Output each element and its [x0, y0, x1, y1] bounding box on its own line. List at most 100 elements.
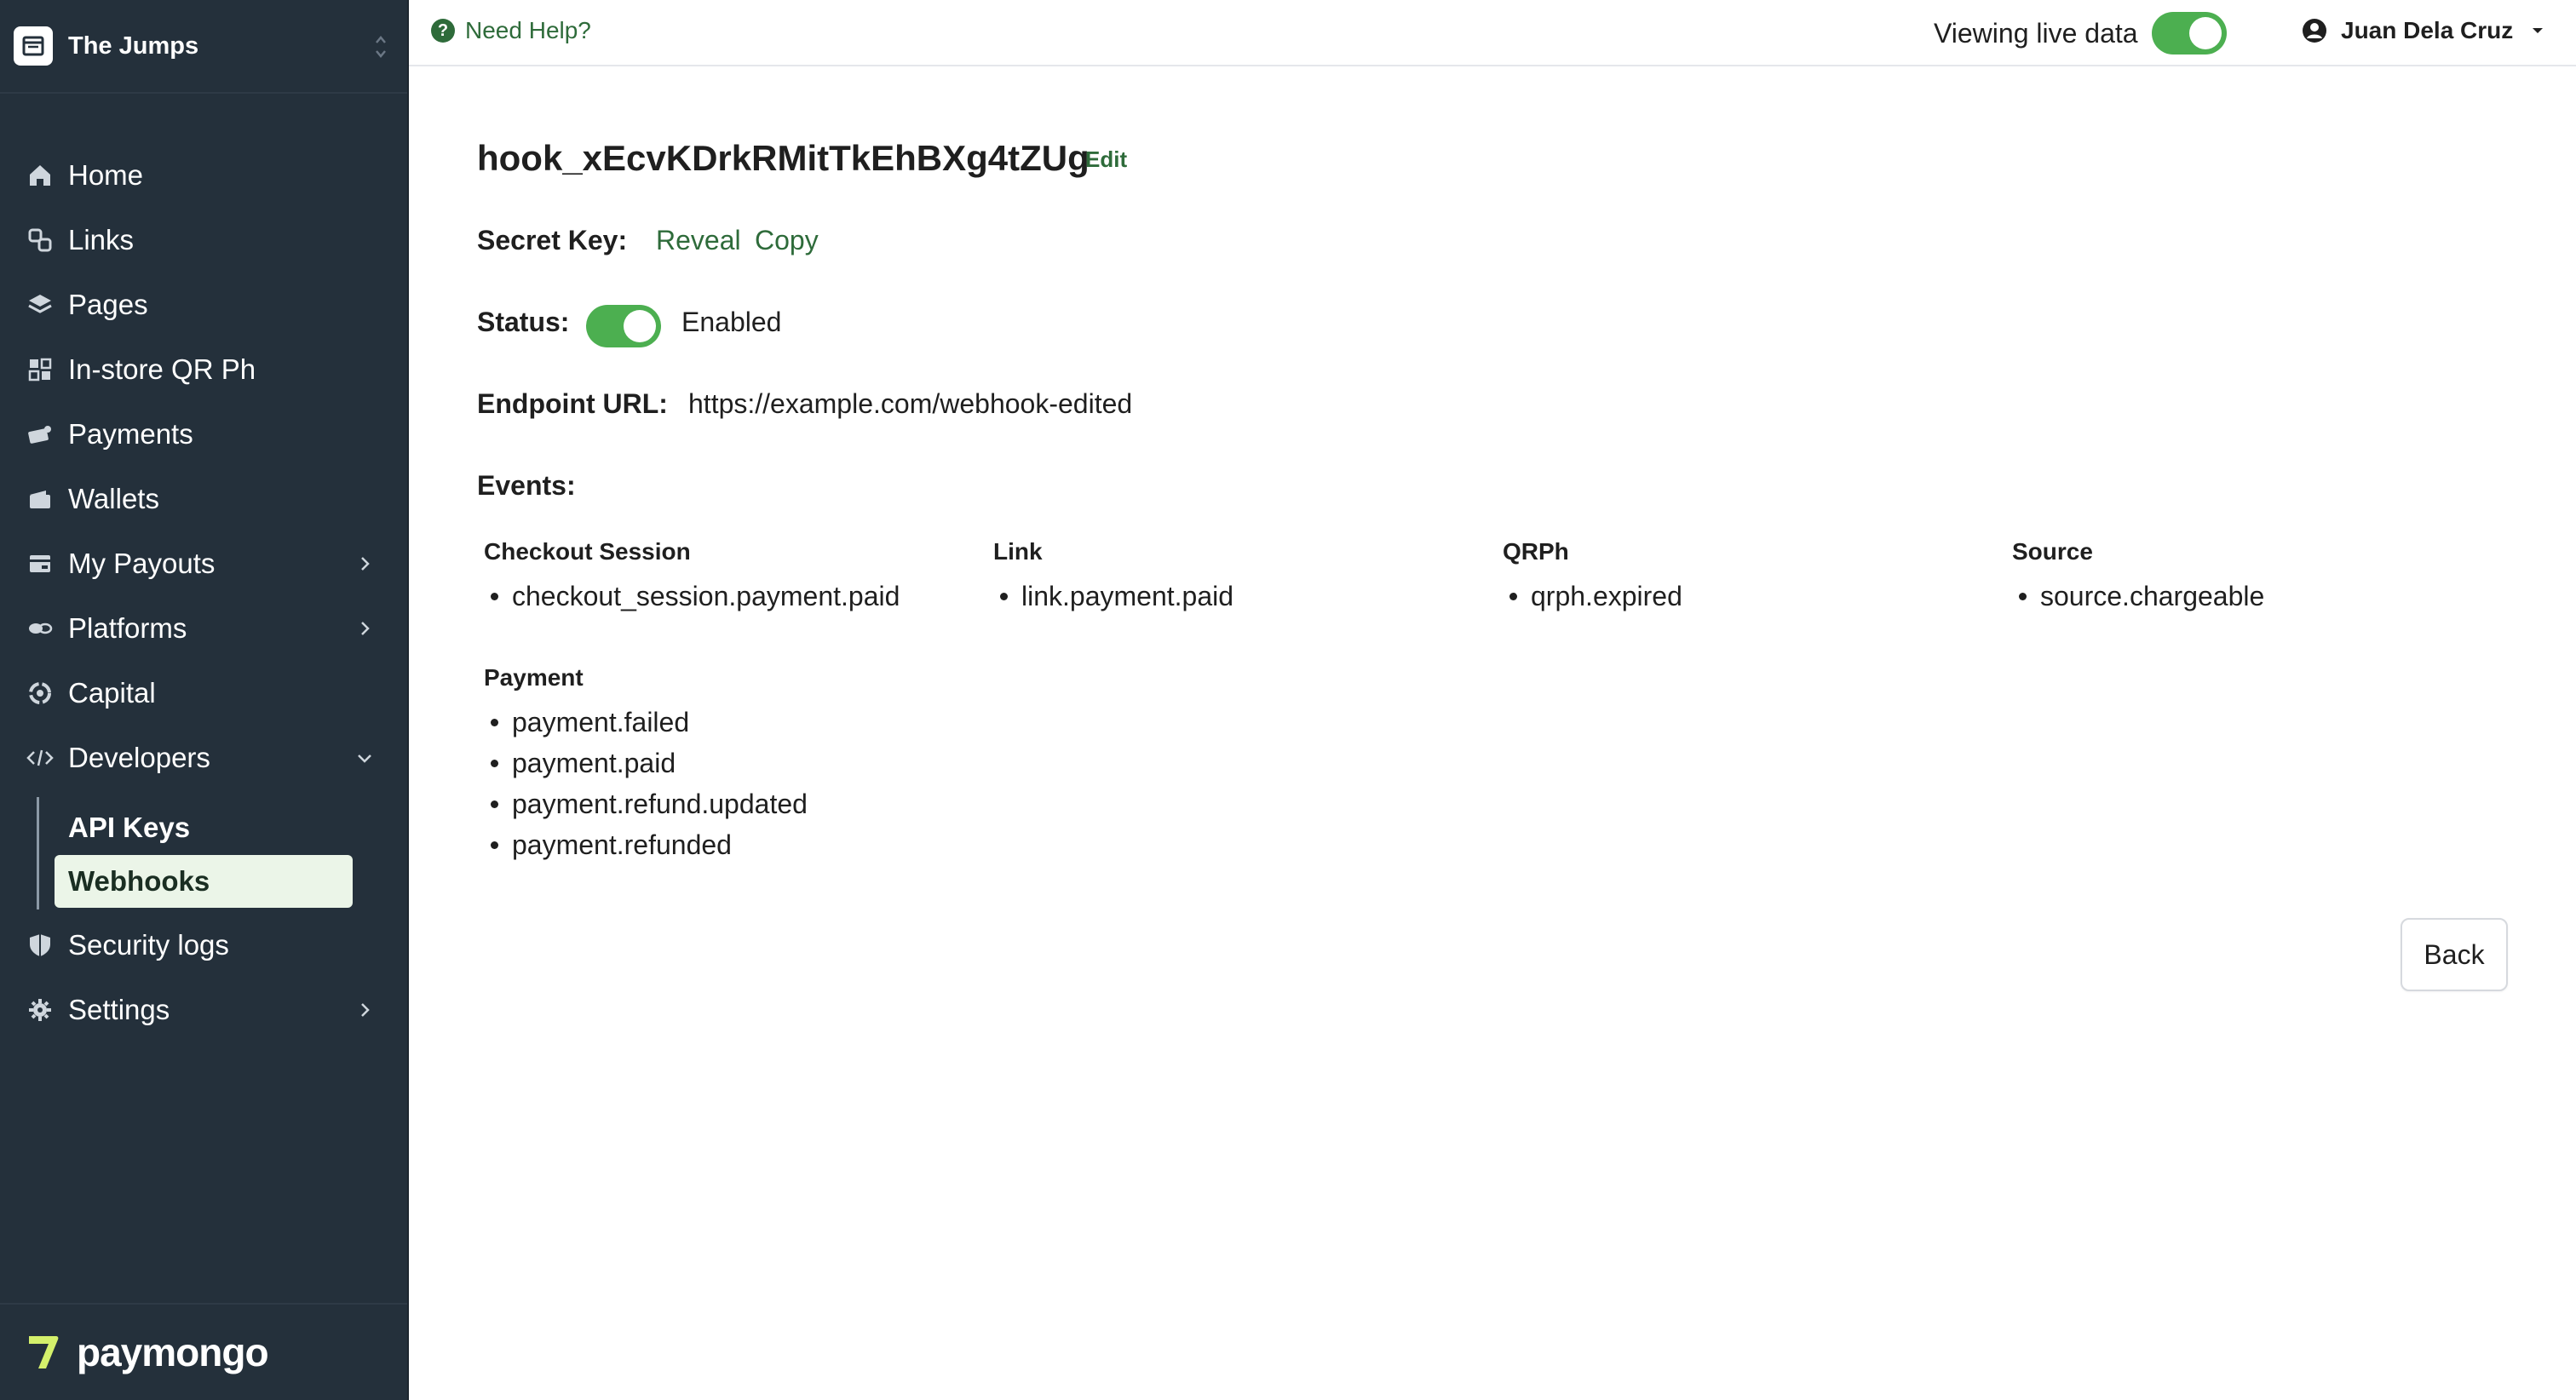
payouts-icon	[26, 549, 55, 578]
event-list: qrph.expired	[1503, 576, 1682, 617]
sidebar-item-my-payouts[interactable]: My Payouts	[0, 538, 407, 589]
secret-key-label: Secret Key:	[477, 225, 628, 255]
event-group-link: Link link.payment.paid	[993, 538, 1233, 617]
live-data-label: Viewing live data	[1934, 17, 2138, 49]
need-help-link[interactable]: ? Need Help?	[431, 17, 591, 44]
event-group-qrph: QRPh qrph.expired	[1503, 538, 1682, 617]
submenu-guide-line	[37, 797, 39, 909]
user-name: Juan Dela Cruz	[2341, 17, 2514, 43]
payments-icon	[26, 420, 55, 449]
sidebar-item-home[interactable]: Home	[0, 150, 407, 201]
back-button[interactable]: Back	[2401, 918, 2508, 991]
event-group-payment: Payment payment.failed payment.paid paym…	[484, 664, 808, 865]
sidebar-item-label: API Keys	[68, 812, 191, 843]
webhook-id-title: hook_xEcvKDrkRMitTkEhBXg4tZUg	[477, 138, 1090, 178]
top-bar: ? Need Help? Viewing live data Juan Dela…	[409, 0, 2576, 66]
live-data-toggle-group: Viewing live data	[1934, 12, 2227, 55]
edit-webhook-link[interactable]: Edit	[1085, 146, 1127, 173]
layers-icon	[26, 290, 55, 319]
sidebar-item-label: Settings	[68, 994, 170, 1025]
event-group-title: QRPh	[1503, 538, 1569, 565]
link-icon	[26, 226, 55, 255]
gear-icon	[26, 995, 55, 1024]
sidebar-item-label: Wallets	[68, 483, 159, 514]
toggle-knob	[624, 310, 656, 342]
chevron-right-icon	[361, 557, 370, 571]
help-icon: ?	[431, 19, 455, 43]
caret-down-icon	[2533, 28, 2544, 33]
live-data-toggle[interactable]	[2151, 12, 2227, 55]
endpoint-url-value: https://example.com/webhook-edited	[688, 388, 1133, 419]
home-icon	[26, 161, 55, 190]
event-item: payment.refund.updated	[484, 783, 808, 824]
sidebar-item-platforms[interactable]: Platforms	[0, 603, 407, 654]
sidebar-item-in-store-qr[interactable]: In-store QR Ph	[0, 344, 407, 395]
sidebar-item-label: Capital	[68, 677, 156, 709]
event-group-title: Link	[993, 538, 1043, 565]
user-menu[interactable]: Juan Dela Cruz	[2302, 17, 2544, 44]
org-switcher[interactable]: The Jumps	[0, 0, 407, 94]
sidebar-item-label: Platforms	[68, 612, 187, 644]
sidebar-item-label: Payments	[68, 418, 193, 450]
event-item: payment.refunded	[484, 824, 808, 865]
sidebar-item-wallets[interactable]: Wallets	[0, 473, 407, 525]
wallet-icon	[26, 485, 55, 514]
event-list: link.payment.paid	[993, 576, 1233, 617]
sidebar-item-capital[interactable]: Capital	[0, 668, 407, 719]
code-icon	[26, 743, 55, 772]
event-list: checkout_session.payment.paid	[484, 576, 900, 617]
sidebar-item-label: Webhooks	[68, 865, 210, 897]
status-label: Status:	[477, 307, 570, 337]
sidebar-item-label: Links	[68, 224, 135, 255]
chevron-right-icon	[361, 622, 370, 635]
status-toggle[interactable]	[586, 305, 661, 347]
sidebar-item-label: Developers	[68, 742, 210, 773]
need-help-label: Need Help?	[465, 17, 591, 43]
copy-secret-link[interactable]: Copy	[755, 225, 819, 256]
events-label: Events:	[477, 470, 576, 501]
sidebar-item-pages[interactable]: Pages	[0, 279, 407, 330]
status-value: Enabled	[681, 307, 782, 337]
event-group-title: Checkout Session	[484, 538, 691, 565]
selector-icon	[376, 36, 386, 58]
event-item: payment.failed	[484, 702, 808, 743]
user-circle-icon	[2303, 19, 2326, 43]
sidebar-item-links[interactable]: Links	[0, 215, 407, 266]
shield-icon	[26, 931, 55, 960]
sidebar-item-label: In-store QR Ph	[68, 353, 256, 385]
sidebar-item-developers[interactable]: Developers	[0, 732, 407, 783]
qr-icon	[26, 355, 55, 384]
chevron-right-icon	[361, 1003, 370, 1017]
chevron-down-icon	[358, 755, 371, 763]
org-name: The Jumps	[68, 32, 199, 60]
event-group-title: Source	[2012, 538, 2093, 565]
event-item: source.chargeable	[2012, 576, 2264, 617]
capital-icon	[26, 679, 55, 708]
sidebar-item-payments[interactable]: Payments	[0, 409, 407, 460]
app-root: The Jumps Home Links Pages In-store QR P…	[0, 0, 2576, 1400]
event-item: payment.paid	[484, 743, 808, 783]
sidebar-item-label: Home	[68, 159, 144, 191]
sidebar-item-api-keys[interactable]: API Keys	[55, 801, 353, 854]
storefront-icon	[14, 26, 53, 66]
event-group-title: Payment	[484, 664, 584, 691]
event-item: checkout_session.payment.paid	[484, 576, 900, 617]
sidebar-item-label: Security logs	[68, 929, 229, 961]
platforms-icon	[26, 614, 55, 643]
sidebar-item-label: My Payouts	[68, 548, 216, 579]
paymongo-logo-icon	[29, 1336, 59, 1368]
endpoint-url-label: Endpoint URL:	[477, 388, 668, 419]
event-group-source: Source source.chargeable	[2012, 538, 2264, 617]
event-list: payment.failed payment.paid payment.refu…	[484, 702, 808, 865]
toggle-knob	[2188, 17, 2222, 49]
reveal-secret-link[interactable]: Reveal	[656, 225, 741, 256]
event-item: qrph.expired	[1503, 576, 1682, 617]
event-group-checkout-session: Checkout Session checkout_session.paymen…	[484, 538, 900, 617]
event-list: source.chargeable	[2012, 576, 2264, 617]
webhook-detail: hook_xEcvKDrkRMitTkEhBXg4tZUg Edit Secre…	[409, 68, 2576, 1400]
sidebar-item-label: Pages	[68, 289, 148, 320]
sidebar-item-webhooks[interactable]: Webhooks	[55, 855, 353, 908]
sidebar-item-security-logs[interactable]: Security logs	[0, 920, 407, 971]
brand-name: paymongo	[77, 1330, 269, 1374]
sidebar-item-settings[interactable]: Settings	[0, 984, 407, 1036]
